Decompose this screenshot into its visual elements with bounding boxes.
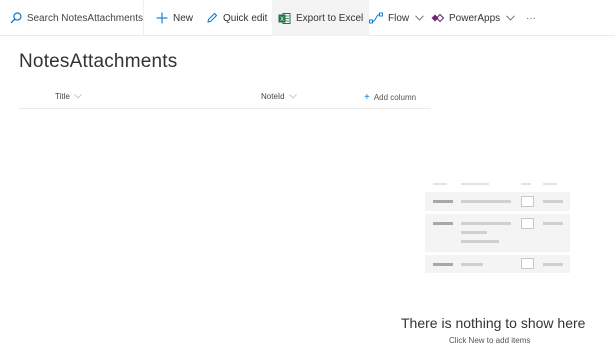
chevron-down-icon: [74, 94, 82, 99]
powerapps-button[interactable]: PowerApps: [431, 0, 520, 36]
search-placeholder: Search NotesAttachments: [26, 12, 143, 24]
flow-button[interactable]: Flow: [369, 0, 429, 36]
column-header-row: Title NoteId + Add column: [19, 89, 431, 109]
column-header-label: Title: [55, 92, 70, 101]
command-bar: Search NotesAttachments New Quick edit X…: [0, 0, 615, 36]
chevron-down-icon: [288, 94, 297, 99]
page-title: NotesAttachments: [19, 51, 178, 72]
plus-icon: [156, 12, 168, 24]
search-icon: [10, 12, 22, 24]
search-box[interactable]: Search NotesAttachments: [0, 0, 144, 36]
quick-edit-button[interactable]: Quick edit: [206, 0, 267, 36]
chevron-down-icon: [506, 15, 515, 21]
empty-list-illustration: [425, 180, 570, 275]
excel-icon: X: [278, 12, 291, 24]
add-column-button[interactable]: + Add column: [364, 92, 416, 103]
empty-state-title: There is nothing to show here: [401, 315, 586, 331]
pencil-icon: [207, 12, 218, 23]
plus-icon: +: [364, 92, 370, 103]
empty-state-subtitle: Click New to add items: [449, 336, 531, 345]
column-header-title[interactable]: Title: [55, 92, 82, 101]
flow-label: Flow: [388, 12, 410, 24]
export-to-excel-button[interactable]: X Export to Excel: [272, 0, 370, 36]
more-icon: ···: [526, 12, 536, 24]
export-label: Export to Excel: [296, 12, 364, 24]
new-button[interactable]: New: [156, 0, 193, 36]
powerapps-icon: [431, 13, 444, 23]
powerapps-label: PowerApps: [449, 12, 501, 24]
column-header-label: NoteId: [261, 92, 285, 101]
column-header-noteid[interactable]: NoteId: [261, 92, 297, 101]
chevron-down-icon: [415, 15, 424, 21]
add-column-label: Add column: [373, 93, 417, 102]
more-button[interactable]: ···: [526, 0, 536, 36]
quick-edit-label: Quick edit: [223, 12, 268, 24]
new-label: New: [173, 12, 194, 24]
flow-icon: [369, 12, 383, 24]
svg-text:X: X: [280, 16, 284, 23]
